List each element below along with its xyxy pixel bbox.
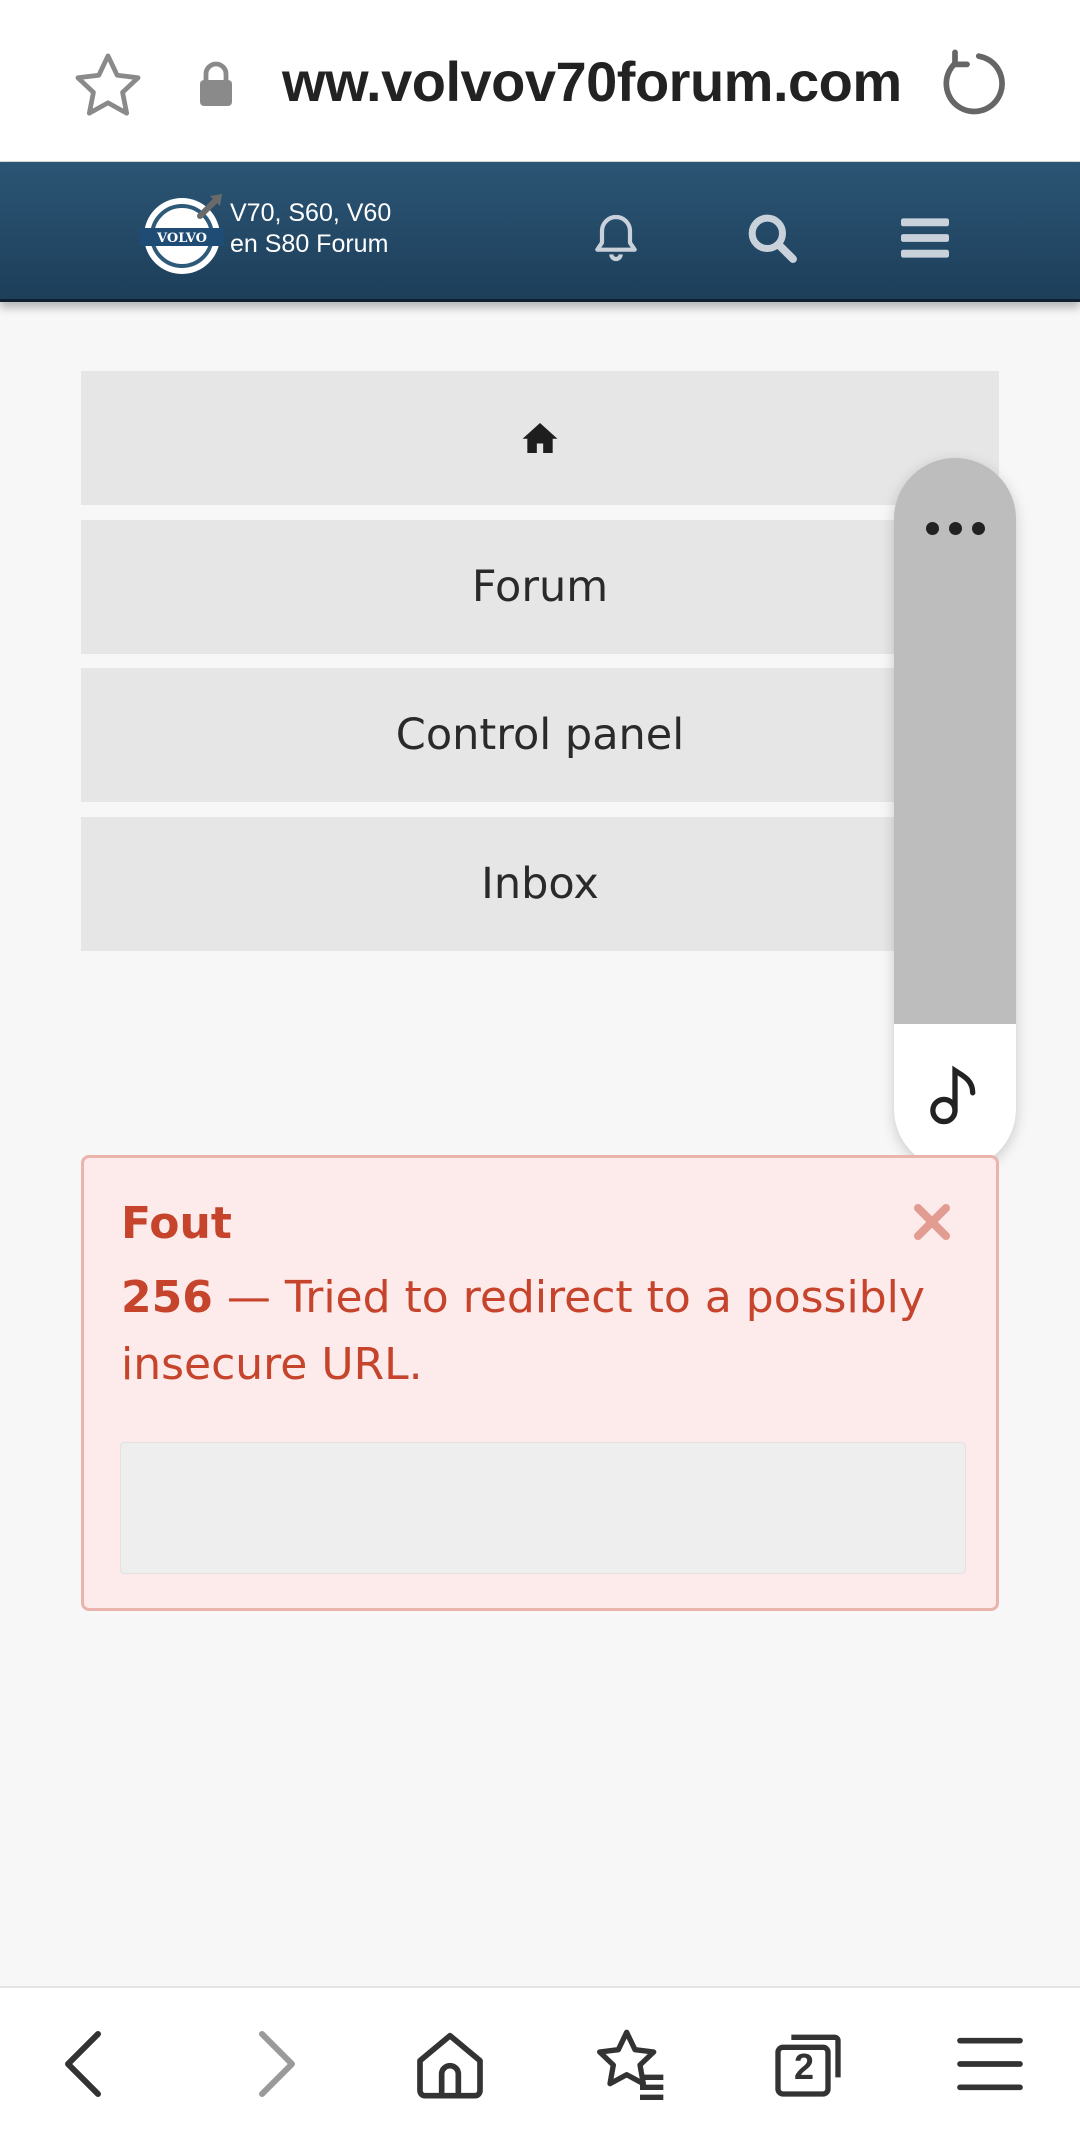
hamburger-menu-icon[interactable] [898, 214, 952, 262]
bookmarks-icon[interactable] [590, 2024, 670, 2104]
forward-icon[interactable] [232, 2024, 312, 2104]
error-message-text: — Tried to redirect to a possibly insecu… [121, 1272, 925, 1390]
lock-icon [200, 61, 232, 106]
error-message-box: Fout 256 — Tried to redirect to a possib… [81, 1155, 999, 1611]
site-header: VOLVO V70, S60, V60 en S80 Forum [0, 162, 1080, 302]
browser-bottom-toolbar: 2 [0, 1986, 1080, 2150]
nav-forum[interactable]: Forum [81, 520, 999, 654]
site-title[interactable]: V70, S60, V60 en S80 Forum [230, 198, 391, 260]
browser-menu-icon[interactable] [950, 2024, 1030, 2104]
svg-text:VOLVO: VOLVO [156, 231, 207, 246]
nav-home[interactable] [81, 371, 999, 505]
home-icon [522, 422, 558, 454]
error-title: Fout [121, 1198, 232, 1249]
reload-icon[interactable] [936, 46, 1012, 122]
url-text[interactable]: ww.volvov70forum.com [282, 50, 902, 114]
home-icon[interactable] [410, 2024, 490, 2104]
floating-panel-media-button[interactable] [894, 1024, 1016, 1170]
tabs-count: 2 [793, 2046, 815, 2087]
floating-side-panel[interactable] [894, 458, 1016, 1170]
close-icon[interactable] [912, 1202, 952, 1242]
nav-control-panel[interactable]: Control panel [81, 668, 999, 802]
tabs-button[interactable]: 2 [768, 2024, 848, 2104]
nav-inbox[interactable]: Inbox [81, 817, 999, 951]
volvo-logo[interactable]: VOLVO [138, 188, 228, 278]
back-icon[interactable] [48, 2024, 128, 2104]
bookmark-star-icon[interactable] [70, 48, 146, 124]
more-options-icon[interactable] [894, 508, 1016, 548]
search-icon[interactable] [744, 210, 800, 266]
bell-icon[interactable] [588, 210, 644, 266]
site-title-line2: en S80 Forum [230, 230, 389, 258]
error-message: 256 — Tried to redirect to a possibly in… [121, 1264, 951, 1398]
error-code: 256 [121, 1272, 213, 1323]
site-title-line1: V70, S60, V60 [230, 199, 392, 227]
browser-address-bar: ww.volvov70forum.com [0, 0, 1080, 162]
error-details-area [120, 1442, 966, 1574]
music-note-icon [930, 1065, 976, 1125]
